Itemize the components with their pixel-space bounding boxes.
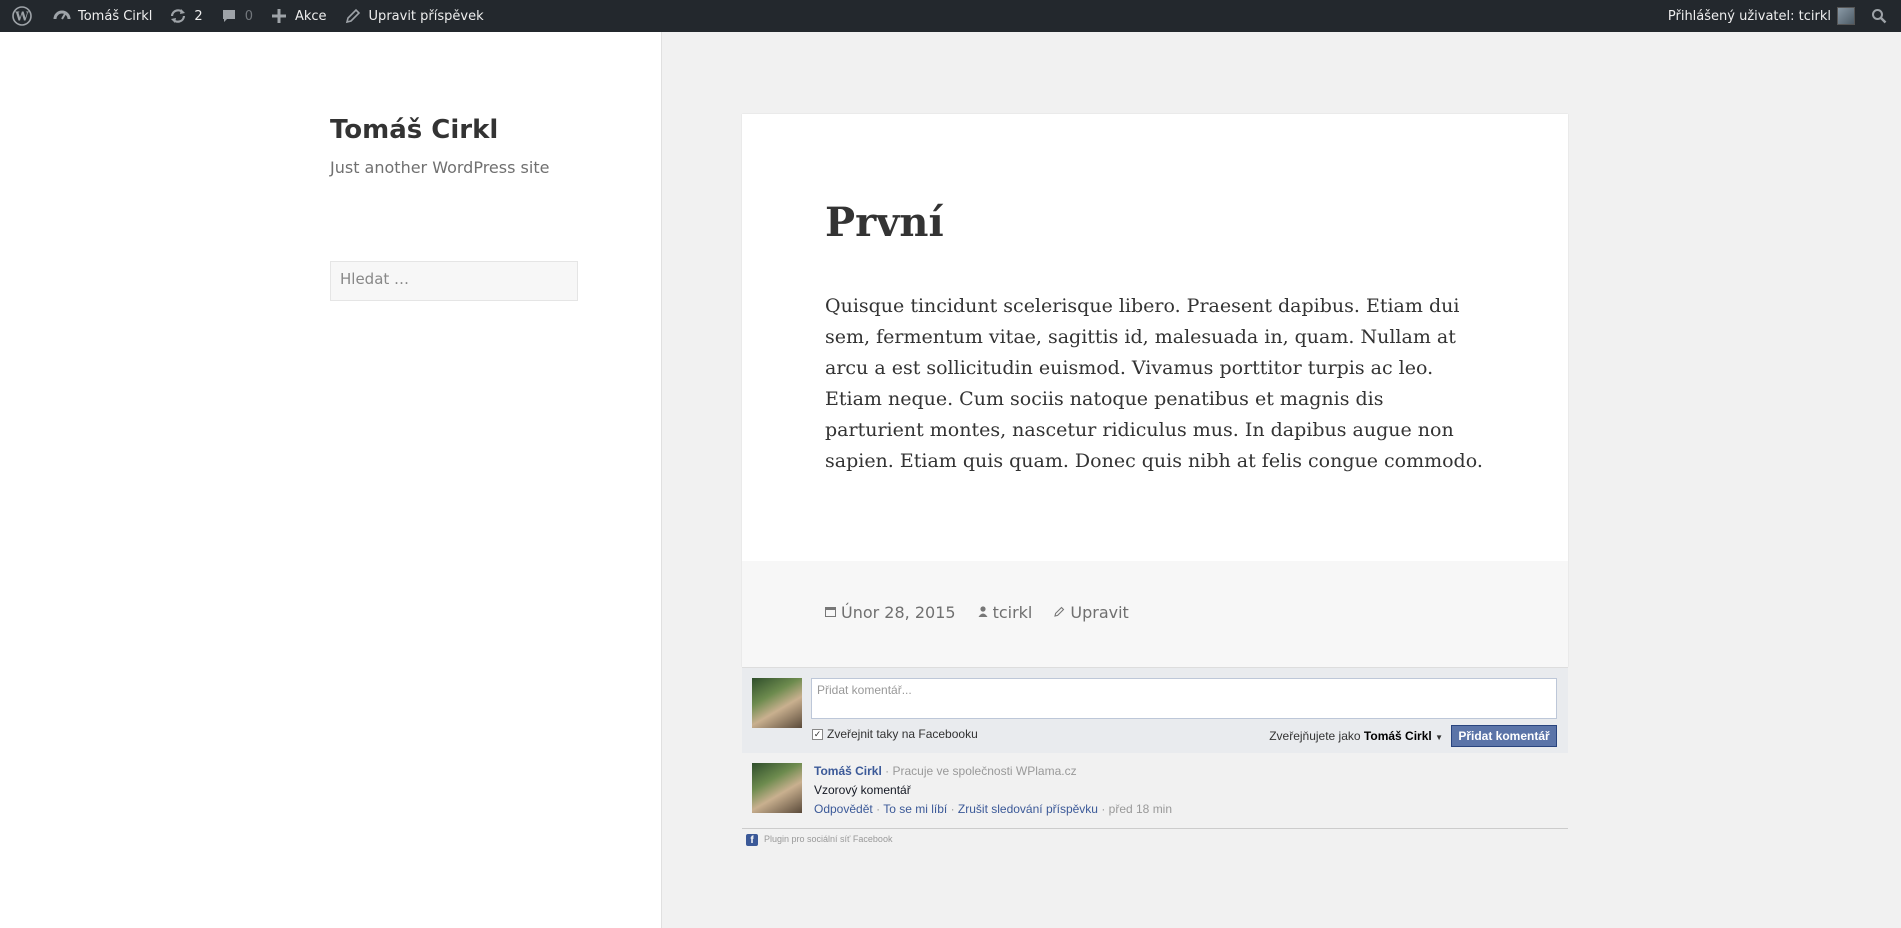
- fb-share-checkbox[interactable]: ✓ Zveřejnit taky na Facebooku: [812, 727, 978, 741]
- fb-comment-time[interactable]: před 18 min: [1109, 802, 1172, 816]
- sidebar: Tomáš Cirkl Just another WordPress site …: [0, 32, 661, 928]
- fb-comment-company[interactable]: WPlama.cz: [1016, 764, 1077, 778]
- admin-search-button[interactable]: [1863, 0, 1901, 32]
- user-avatar: [1837, 7, 1855, 25]
- post-article: První Quisque tincidunt scelerisque libe…: [742, 114, 1568, 667]
- pencil-icon: [1054, 606, 1065, 620]
- my-account-menu[interactable]: Přihlášený uživatel: tcirkl: [1660, 0, 1863, 32]
- facebook-icon: f: [746, 834, 758, 846]
- logged-in-label: Přihlášený uživatel: tcirkl: [1667, 8, 1831, 24]
- calendar-icon: [825, 606, 836, 620]
- site-name-label: Tomáš Cirkl: [78, 8, 153, 24]
- edit-post-menu[interactable]: Upravit příspěvek: [335, 0, 492, 32]
- post-content: Quisque tincidunt scelerisque libero. Pr…: [825, 295, 1483, 472]
- fb-comment-author[interactable]: Tomáš Cirkl: [814, 764, 882, 778]
- post-title: První: [825, 199, 944, 246]
- fb-comment-input[interactable]: Přidat komentář...: [811, 678, 1557, 719]
- fb-unfollow-link[interactable]: Zrušit sledování příspěvku: [958, 802, 1098, 816]
- fb-comment-actions: Odpovědět · To se mi líbí · Zrušit sledo…: [814, 802, 1173, 816]
- checkbox-checked-icon: ✓: [812, 728, 823, 740]
- site-title[interactable]: Tomáš Cirkl: [330, 115, 498, 145]
- search-icon: [1869, 6, 1889, 26]
- fb-posting-as-name: Tomáš Cirkl: [1363, 729, 1432, 743]
- plus-icon: [269, 6, 289, 26]
- post-author-label: tcirkl: [992, 603, 1033, 622]
- admin-bar: W Tomáš Cirkl 2 0 Akce Upravit příspěvek…: [0, 0, 1901, 32]
- fb-share-label: Zveřejnit taky na Facebooku: [827, 727, 978, 741]
- site-name-menu[interactable]: Tomáš Cirkl: [44, 0, 160, 32]
- facebook-comments: Přidat komentář... ✓ Zveřejnit taky na F…: [742, 667, 1568, 850]
- post-date[interactable]: Únor 28, 2015: [825, 603, 956, 622]
- fb-comment-avatar[interactable]: [752, 763, 802, 813]
- new-content-label: Akce: [294, 8, 327, 24]
- svg-text:W: W: [14, 10, 29, 24]
- fb-posting-as[interactable]: Zveřejňujete jako Tomáš Cirkl ▼: [1269, 729, 1443, 743]
- fb-compose-box: Přidat komentář... ✓ Zveřejnit taky na F…: [742, 667, 1568, 753]
- comments-menu[interactable]: 0: [211, 0, 261, 32]
- search-input[interactable]: Hledat …: [330, 261, 578, 301]
- fb-plugin-footer: f Plugin pro sociální síť Facebook: [742, 828, 1568, 850]
- fb-comment-work: Pracuje ve společnosti: [892, 764, 1013, 778]
- fb-comment-text: Vzorový komentář: [814, 783, 911, 797]
- edit-post-label: Upravit příspěvek: [368, 8, 484, 24]
- comment-bubble-icon: [219, 6, 239, 26]
- post-author[interactable]: tcirkl: [978, 603, 1033, 622]
- caret-down-icon: ▼: [1435, 733, 1443, 742]
- post-edit-link[interactable]: Upravit: [1054, 603, 1129, 622]
- wordpress-logo-menu[interactable]: W: [0, 0, 44, 32]
- updates-menu[interactable]: 2: [160, 0, 210, 32]
- comments-count: 0: [244, 8, 253, 24]
- dashboard-icon: [52, 6, 72, 26]
- site-description: Just another WordPress site: [330, 158, 550, 177]
- post-meta: Únor 28, 2015 tcirkl Upravit: [825, 603, 1151, 622]
- fb-reply-link[interactable]: Odpovědět: [814, 802, 873, 816]
- fb-post-comment-button[interactable]: Přidat komentář: [1451, 725, 1557, 747]
- fb-like-link[interactable]: To se mi líbí: [883, 802, 947, 816]
- fb-comment-item: Tomáš Cirkl · Pracuje ve společnosti WPl…: [742, 753, 1568, 828]
- user-icon: [978, 605, 988, 620]
- fb-user-avatar: [752, 678, 802, 728]
- post-edit-label: Upravit: [1070, 603, 1129, 622]
- wordpress-logo-icon: W: [12, 6, 32, 26]
- fb-comment-header: Tomáš Cirkl · Pracuje ve společnosti WPl…: [814, 764, 1077, 778]
- fb-plugin-label[interactable]: Plugin pro sociální síť Facebook: [764, 834, 892, 844]
- new-content-menu[interactable]: Akce: [261, 0, 335, 32]
- updates-icon: [168, 6, 188, 26]
- post-date-label: Únor 28, 2015: [841, 603, 956, 622]
- pencil-icon: [343, 6, 363, 26]
- updates-count: 2: [194, 8, 203, 24]
- post-footer: Únor 28, 2015 tcirkl Upravit: [742, 561, 1568, 667]
